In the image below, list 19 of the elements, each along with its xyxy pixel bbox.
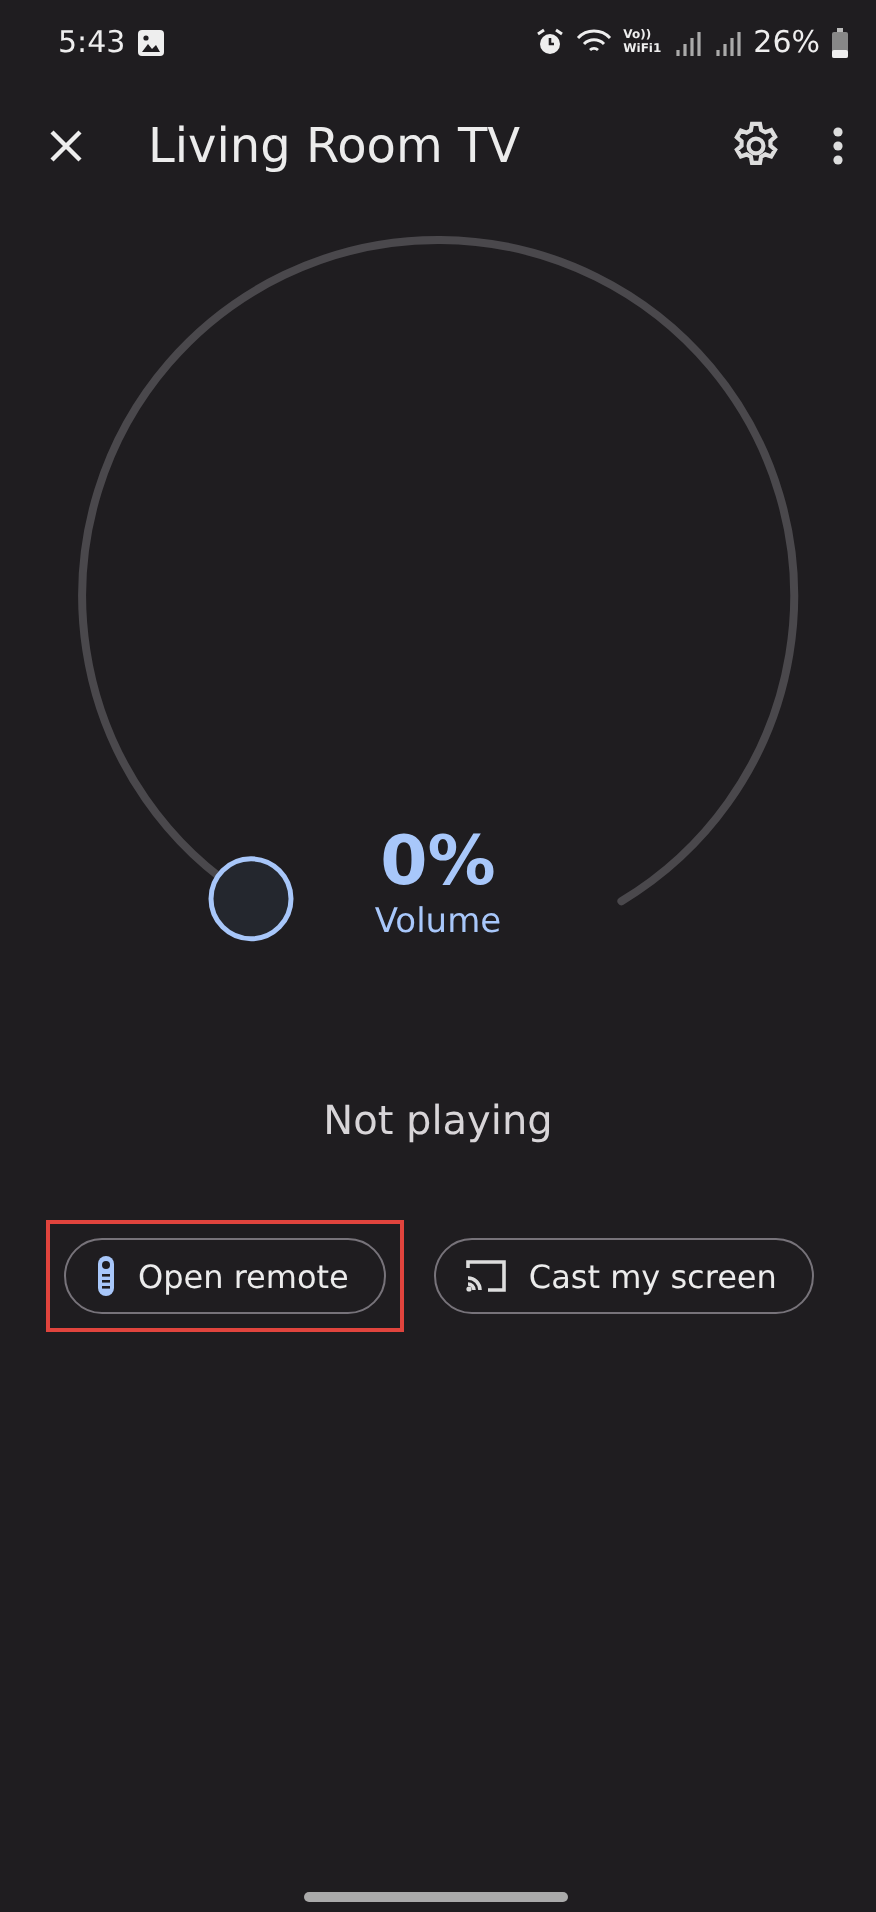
remote-icon: [94, 1254, 118, 1298]
signal-icon: [713, 29, 742, 55]
signal-icon: [673, 29, 702, 55]
alarm-icon: [535, 28, 564, 56]
gallery-icon: [137, 29, 164, 55]
close-icon: [48, 128, 84, 164]
cast-button[interactable]: Cast my screen: [434, 1238, 815, 1314]
wifi-icon: [575, 28, 612, 56]
battery-percent: 26%: [753, 24, 820, 60]
window-title: Living Room TV: [148, 118, 523, 174]
volume-thumb[interactable]: [208, 856, 294, 942]
volume-percent: 0%: [380, 822, 496, 902]
cast-icon: [464, 1258, 509, 1294]
battery-icon: [832, 27, 848, 57]
remote-button[interactable]: Open remote: [64, 1238, 387, 1314]
more-icon: [832, 126, 844, 166]
volume-label: Volume: [374, 902, 502, 942]
playback-status: Not playing: [321, 1096, 555, 1144]
status-time: 5:43: [58, 24, 126, 60]
